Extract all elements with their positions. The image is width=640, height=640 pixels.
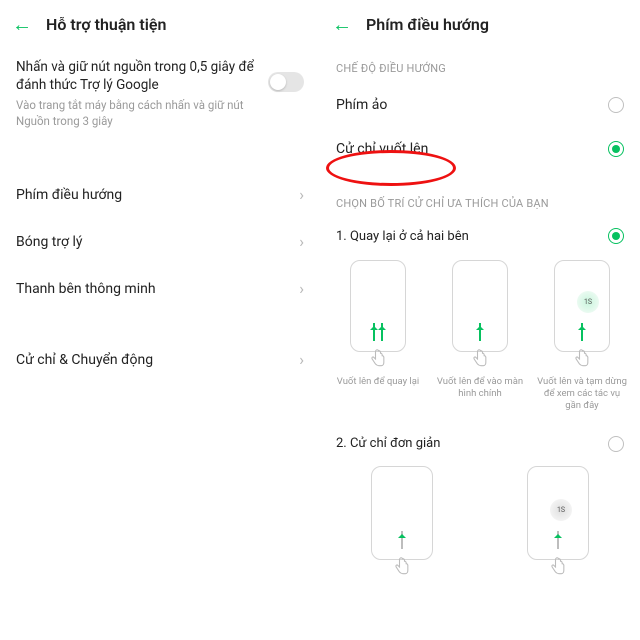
gesture-simple-home xyxy=(338,466,466,578)
page-title: Phím điều hướng xyxy=(366,15,489,34)
row-label: Cử chỉ & Chuyển động xyxy=(16,352,153,368)
pause-1s-badge: 1S xyxy=(550,499,572,521)
mode-label: Cử chỉ vuốt lên xyxy=(336,141,428,157)
gesture-previews-1: Vuốt lên để quay lại Vuốt lên để vào màn… xyxy=(320,252,640,420)
option-label: 1. Quay lại ở cả hai bên xyxy=(336,229,469,244)
chevron-right-icon: › xyxy=(299,185,304,204)
gestures-motion-row[interactable]: Cử chỉ & Chuyển động › xyxy=(0,336,320,383)
row-label: Phím điều hướng xyxy=(16,187,122,203)
option-label: 2. Cử chỉ đơn giản xyxy=(336,436,440,451)
pause-1s-badge: 1S xyxy=(577,291,599,313)
layout-section-header: CHỌN BỐ TRÍ CỬ CHỈ ƯA THÍCH CỦA BẠN xyxy=(320,171,640,218)
assistant-label: Nhấn và giữ nút nguồn trong 0,5 giây để … xyxy=(16,58,256,94)
assistant-desc: Vào trang tắt máy bằng cách nhấn và giữ … xyxy=(16,98,256,129)
assistant-toggle[interactable] xyxy=(268,72,304,92)
header: ← Hỗ trợ thuận tiện xyxy=(0,0,320,44)
row-label: Bóng trợ lý xyxy=(16,234,82,250)
chevron-right-icon: › xyxy=(299,279,304,298)
back-icon[interactable]: ← xyxy=(332,14,352,34)
smart-sidebar-row[interactable]: Thanh bên thông minh › xyxy=(0,265,320,312)
gesture-label: Vuốt lên để quay lại xyxy=(330,376,426,388)
hand-icon xyxy=(392,556,412,578)
mode-swipe-up[interactable]: Cử chỉ vuốt lên xyxy=(320,127,640,171)
gesture-home: Vuốt lên để vào màn hình chính xyxy=(432,260,528,412)
phone-outline-icon xyxy=(452,260,508,352)
hand-icon xyxy=(572,348,592,370)
radio-icon[interactable] xyxy=(608,141,624,157)
gesture-label: Vuốt lên và tạm dừng để xem các tác vụ g… xyxy=(534,376,630,412)
layout-option-2[interactable]: 2. Cử chỉ đơn giản xyxy=(320,420,640,458)
phone-outline-icon: 1S xyxy=(554,260,610,352)
layout-option-1[interactable]: 1. Quay lại ở cả hai bên xyxy=(320,218,640,252)
assistant-toggle-row[interactable]: Nhấn và giữ nút nguồn trong 0,5 giây để … xyxy=(0,44,320,147)
nav-keys-row[interactable]: Phím điều hướng › xyxy=(0,171,320,218)
radio-icon[interactable] xyxy=(608,436,624,452)
gesture-back: Vuốt lên để quay lại xyxy=(330,260,426,412)
mode-label: Phím ảo xyxy=(336,97,387,113)
radio-icon[interactable] xyxy=(608,97,624,113)
chevron-right-icon: › xyxy=(299,232,304,251)
row-label: Thanh bên thông minh xyxy=(16,281,156,297)
left-screen: ← Hỗ trợ thuận tiện Nhấn và giữ nút nguồ… xyxy=(0,0,320,640)
gesture-recents: 1S Vuốt lên và tạm dừng để xem các tác v… xyxy=(534,260,630,412)
header: ← Phím điều hướng xyxy=(320,0,640,44)
phone-outline-icon xyxy=(350,260,406,352)
gesture-label: Vuốt lên để vào màn hình chính xyxy=(432,376,528,400)
assistive-ball-row[interactable]: Bóng trợ lý › xyxy=(0,218,320,265)
phone-outline-icon xyxy=(371,466,433,560)
right-screen: ← Phím điều hướng CHẾ ĐỘ ĐIỀU HƯỚNG Phím… xyxy=(320,0,640,640)
gesture-simple-recents: 1S xyxy=(494,466,622,578)
phone-outline-icon: 1S xyxy=(527,466,589,560)
radio-icon[interactable] xyxy=(608,228,624,244)
mode-section-header: CHẾ ĐỘ ĐIỀU HƯỚNG xyxy=(320,44,640,83)
mode-virtual-keys[interactable]: Phím ảo xyxy=(320,83,640,127)
hand-icon xyxy=(368,348,388,370)
hand-icon xyxy=(470,348,490,370)
page-title: Hỗ trợ thuận tiện xyxy=(46,15,166,34)
gesture-previews-2: 1S xyxy=(320,458,640,578)
hand-icon xyxy=(548,556,568,578)
chevron-right-icon: › xyxy=(299,350,304,369)
back-icon[interactable]: ← xyxy=(12,14,32,34)
